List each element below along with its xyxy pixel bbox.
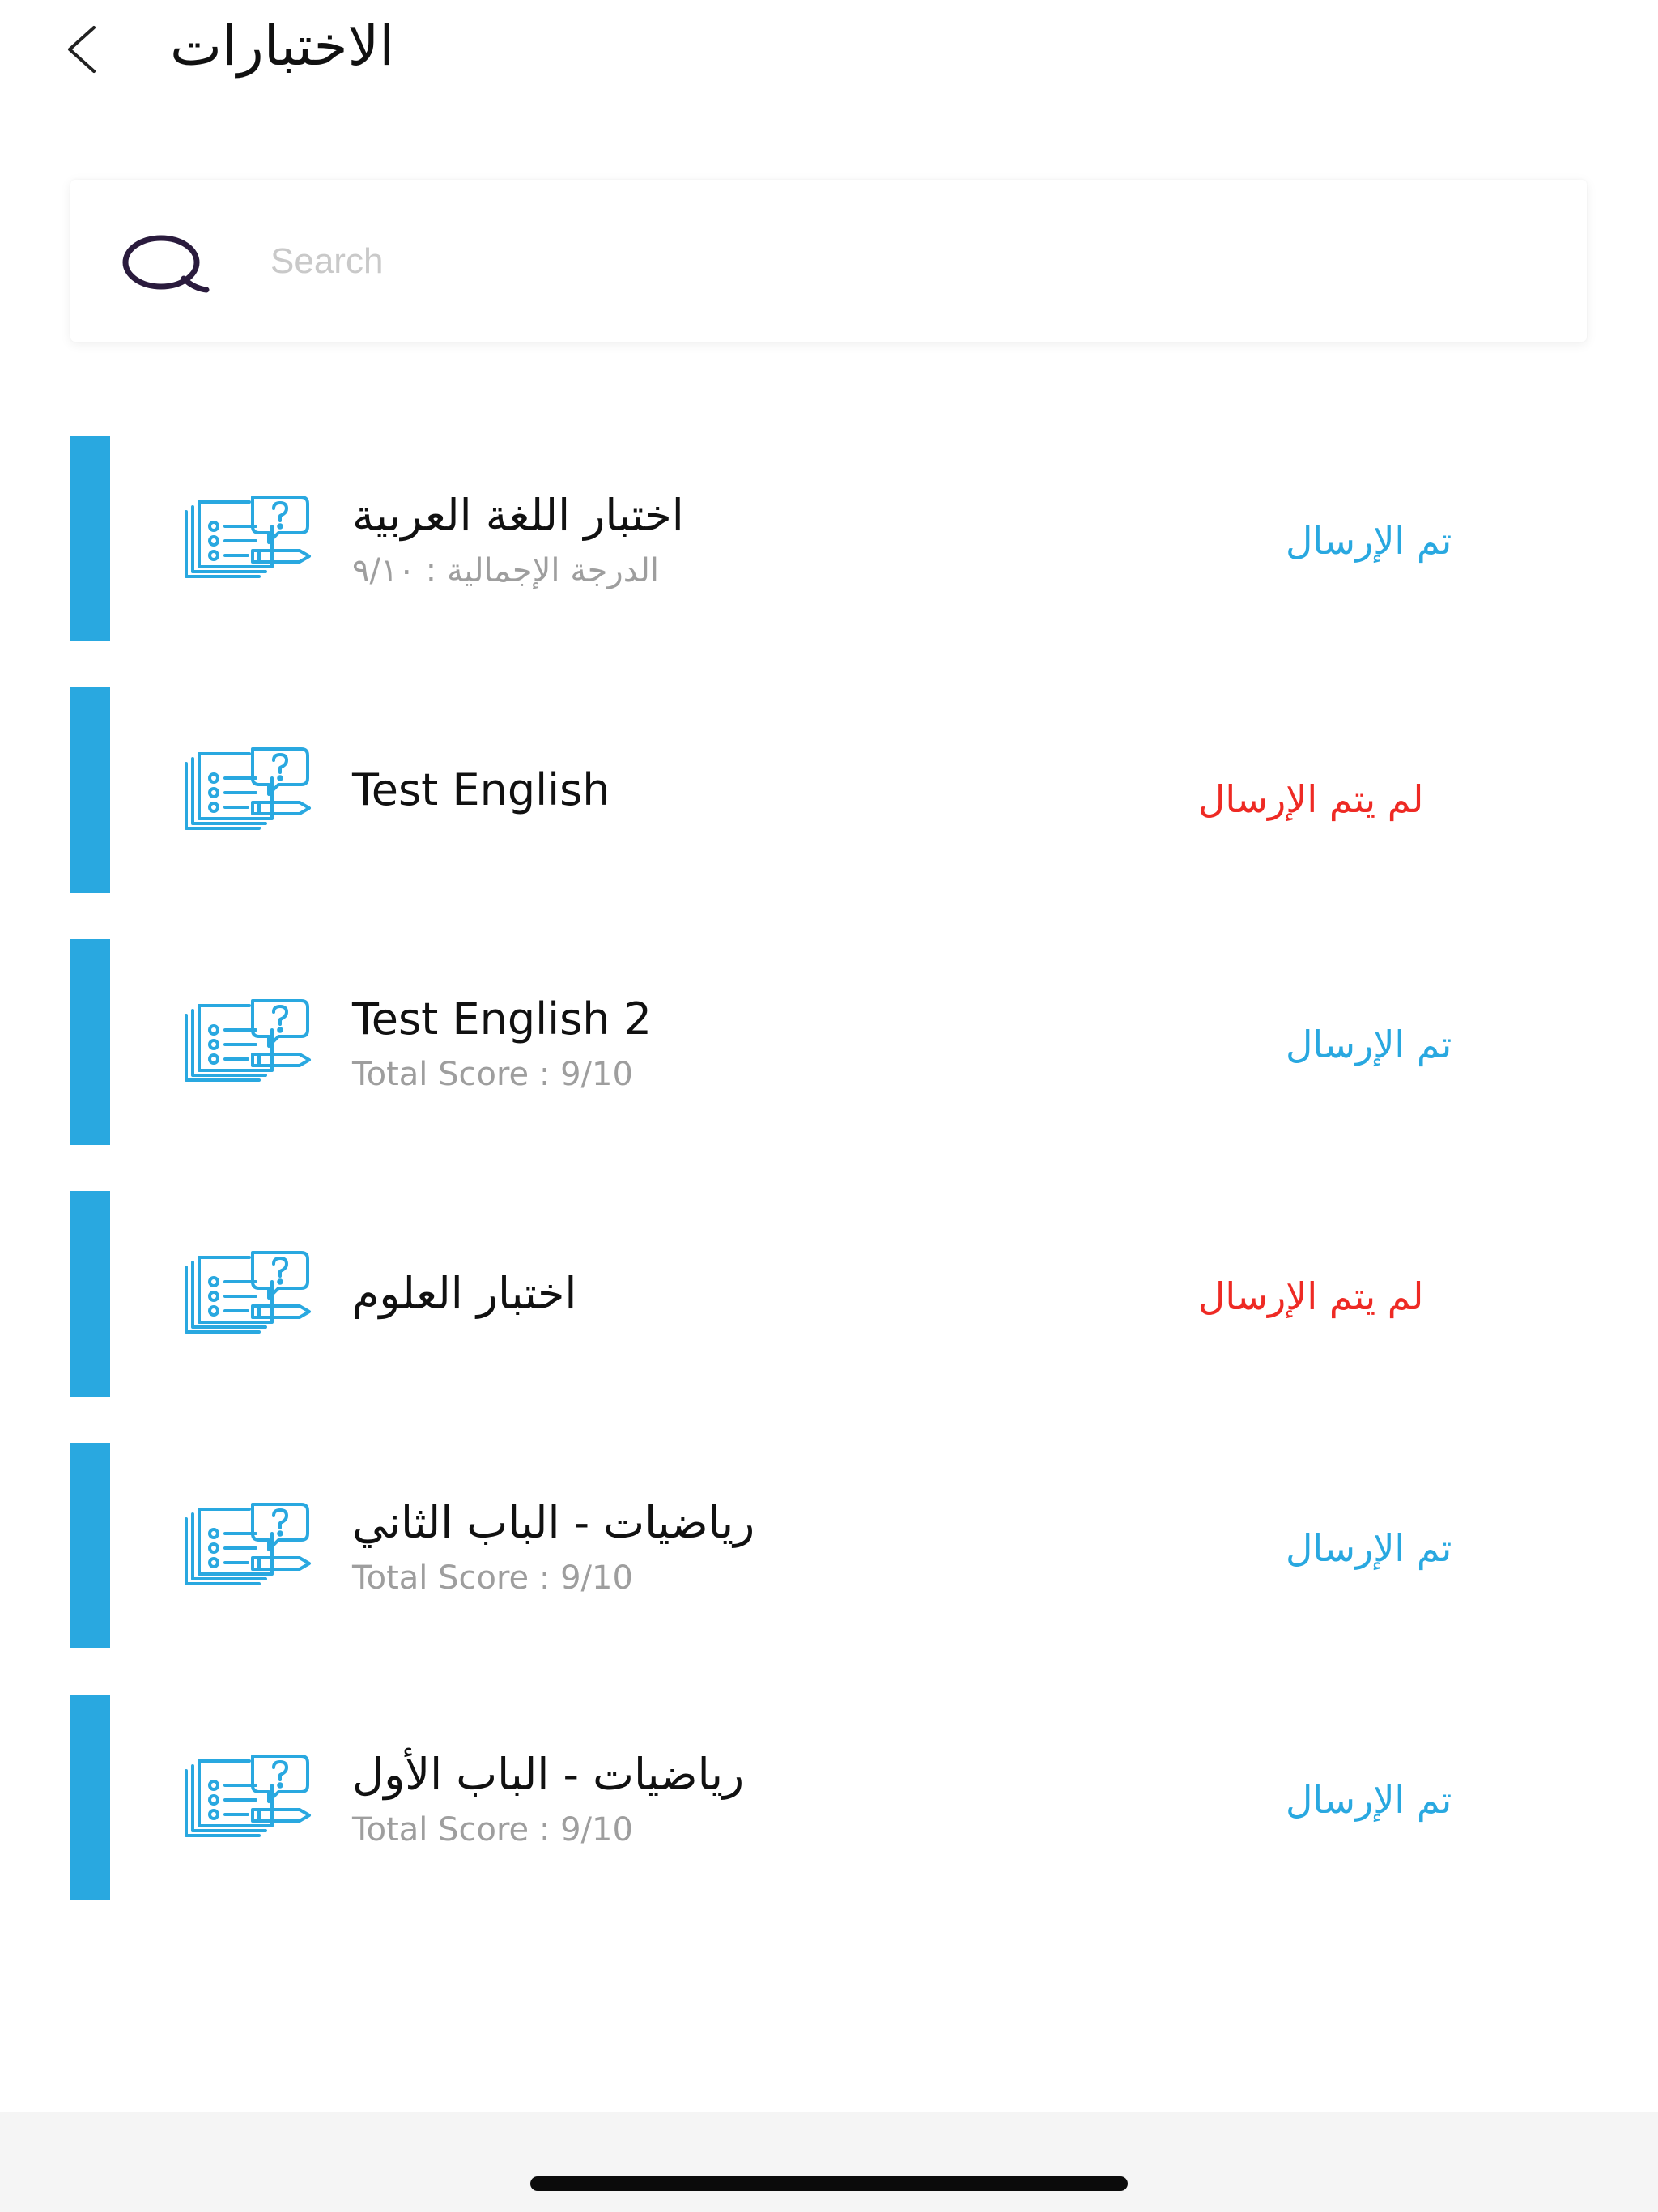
quiz-document-icon xyxy=(185,1503,311,1585)
search-bar[interactable] xyxy=(70,180,1587,342)
quiz-status: لم يتم الإرسال xyxy=(1198,1274,1424,1318)
accent-bar xyxy=(70,687,110,893)
quiz-score: الدرجة الإجمالية : ٩/١٠ xyxy=(352,552,660,589)
quiz-status: تم الإرسال xyxy=(1286,1023,1452,1066)
quiz-title: Test English 2 xyxy=(352,993,653,1044)
page-title: الاختبارات xyxy=(170,15,395,79)
quiz-score: Total Score : 9/10 xyxy=(352,1559,633,1597)
bottom-bar xyxy=(0,2112,1658,2212)
quiz-item[interactable]: رياضيات - الباب الأول Total Score : 9/10… xyxy=(0,1695,1658,1900)
quiz-document-icon xyxy=(185,747,311,830)
quiz-document-icon xyxy=(185,496,311,578)
quiz-status: تم الإرسال xyxy=(1286,1778,1452,1822)
quiz-status: تم الإرسال xyxy=(1286,519,1452,563)
back-button[interactable] xyxy=(62,21,102,78)
header: الاختبارات xyxy=(0,0,1658,113)
quiz-document-icon xyxy=(185,999,311,1082)
quiz-status: تم الإرسال xyxy=(1286,1526,1452,1570)
accent-bar xyxy=(70,1443,110,1648)
search-input[interactable] xyxy=(269,212,1535,311)
chevron-left-icon xyxy=(68,26,96,73)
quiz-title: رياضيات - الباب الثاني xyxy=(352,1497,755,1548)
quiz-score: Total Score : 9/10 xyxy=(352,1056,633,1093)
quiz-document-icon xyxy=(185,1755,311,1837)
quiz-title: رياضيات - الباب الأول xyxy=(352,1749,745,1800)
accent-bar xyxy=(70,1695,110,1900)
quiz-status: لم يتم الإرسال xyxy=(1198,777,1424,821)
quiz-score: Total Score : 9/10 xyxy=(352,1811,633,1848)
accent-bar xyxy=(70,436,110,641)
search-icon xyxy=(122,235,210,293)
quiz-item[interactable]: اختبار اللغة العربية الدرجة الإجمالية : … xyxy=(0,436,1658,641)
home-indicator[interactable] xyxy=(530,2176,1128,2191)
quiz-title: اختبار العلوم xyxy=(352,1268,577,1319)
accent-bar xyxy=(70,939,110,1145)
quiz-document-icon xyxy=(185,1251,311,1334)
quiz-item[interactable]: اختبار العلوم لم يتم الإرسال xyxy=(0,1191,1658,1397)
quiz-item[interactable]: Test English لم يتم الإرسال xyxy=(0,687,1658,893)
quiz-title: Test English xyxy=(352,764,610,815)
accent-bar xyxy=(70,1191,110,1397)
quiz-title: اختبار اللغة العربية xyxy=(352,490,684,541)
quiz-item[interactable]: Test English 2 Total Score : 9/10 تم الإ… xyxy=(0,939,1658,1145)
quiz-item[interactable]: رياضيات - الباب الثاني Total Score : 9/1… xyxy=(0,1443,1658,1648)
